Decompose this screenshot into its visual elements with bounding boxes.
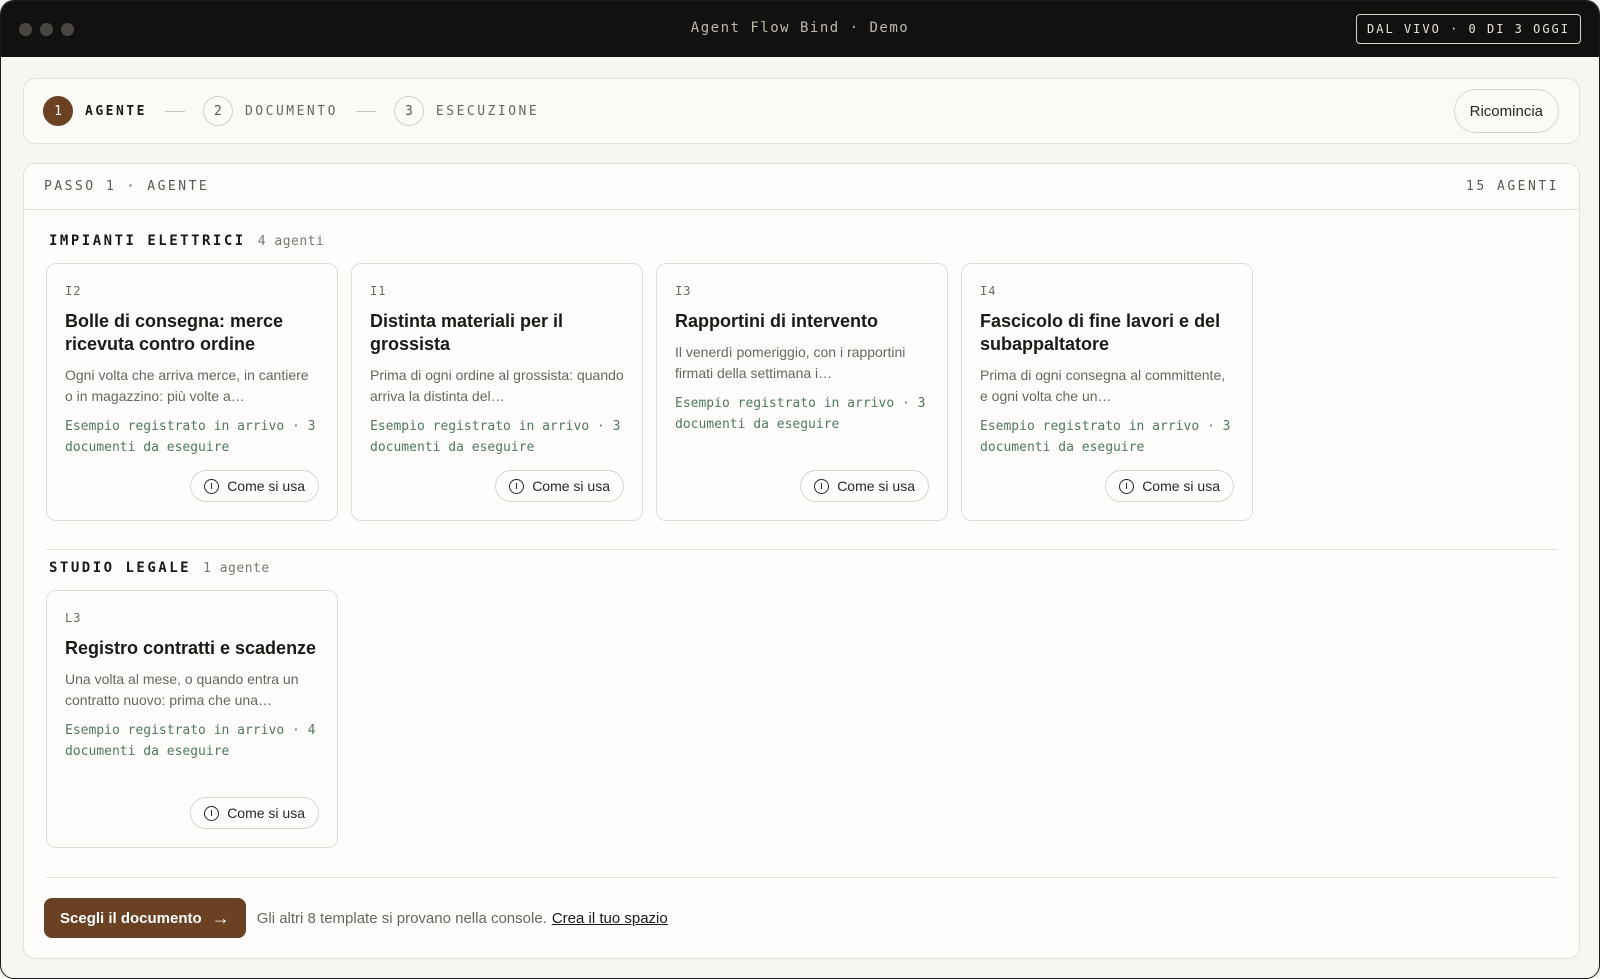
- agent-description: Prima di ogni consegna al committente, e…: [980, 367, 1226, 404]
- minimize-window-button[interactable]: [40, 22, 53, 36]
- agent-code: L3: [65, 611, 82, 625]
- step-number: 3: [393, 96, 424, 126]
- group-count: 1 agente: [203, 561, 270, 576]
- maximize-window-button[interactable]: [61, 22, 74, 36]
- info-icon: [204, 478, 220, 494]
- group-name: IMPIANTI ELETTRICI: [49, 233, 246, 249]
- create-space-link[interactable]: Crea il tuo spazio: [552, 910, 668, 927]
- info-icon: [1119, 478, 1135, 494]
- agent-meta: Esempio registrato in arrivo · 4 documen…: [65, 723, 316, 759]
- choose-document-label: Scegli il documento: [60, 909, 202, 927]
- agent-title: Registro contratti e scadenze: [65, 638, 317, 658]
- title-bar: Agent Flow Bind · Demo DAL VIVO · 0 DI 3…: [1, 1, 1599, 57]
- step-agente[interactable]: 1 AGENTE: [43, 96, 147, 126]
- how-to-use-label: Come si usa: [1142, 478, 1220, 494]
- choose-document-button[interactable]: Scegli il documento →: [44, 898, 246, 938]
- how-to-use-button[interactable]: Come si usa: [190, 797, 319, 829]
- agent-card-i4[interactable]: I4 Fascicolo di fine lavori e del subapp…: [961, 263, 1253, 521]
- footer-note: Gli altri 8 template si provano nella co…: [256, 909, 547, 927]
- group-count: 4 agenti: [257, 234, 325, 249]
- step-label: DOCUMENTO: [244, 103, 338, 119]
- agent-title: Fascicolo di fine lavori e del subappalt…: [980, 311, 1221, 354]
- agent-description: Ogni volta che arriva merce, in cantiere…: [65, 367, 309, 404]
- step-number: 1: [43, 96, 73, 126]
- group-title-studio-legale: STUDIO LEGALE 1 agente: [49, 560, 270, 576]
- how-to-use-button[interactable]: Come si usa: [800, 470, 929, 502]
- group-title-impianti-elettrici: IMPIANTI ELETTRICI 4 agenti: [49, 233, 324, 249]
- info-icon: [814, 478, 830, 494]
- agent-title: Distinta materiali per il grossista: [370, 311, 564, 354]
- step-separator: [164, 110, 185, 112]
- how-to-use-label: Come si usa: [227, 478, 305, 494]
- agent-description: Il venerdì pomeriggio, con i rapportini …: [675, 344, 906, 381]
- arrow-right-icon: →: [211, 907, 230, 928]
- close-window-button[interactable]: [19, 22, 32, 36]
- window-controls: [1, 22, 74, 36]
- live-status-badge: DAL VIVO · 0 DI 3 OGGI: [1356, 14, 1581, 44]
- step-label: AGENTE: [85, 103, 147, 119]
- step-esecuzione[interactable]: 3 ESECUZIONE: [393, 96, 540, 126]
- panel-footer: Scegli il documento → Gli altri 8 templa…: [44, 898, 668, 938]
- how-to-use-button[interactable]: Come si usa: [1105, 470, 1234, 502]
- agent-card-l3[interactable]: L3 Registro contratti e scadenze Una vol…: [46, 590, 338, 848]
- how-to-use-label: Come si usa: [532, 478, 610, 494]
- agent-meta: Esempio registrato in arrivo · 3 documen…: [980, 419, 1231, 455]
- app-window: Agent Flow Bind · Demo DAL VIVO · 0 DI 3…: [0, 0, 1600, 979]
- info-icon: [204, 805, 220, 821]
- agent-selection-panel: PASSO 1 · AGENTE 15 AGENTI IMPIANTI ELET…: [23, 163, 1580, 959]
- agent-count-label: 15 AGENTI: [1466, 179, 1559, 194]
- agent-code: I3: [675, 284, 692, 298]
- agent-meta: Esempio registrato in arrivo · 3 documen…: [65, 419, 316, 455]
- step-label: ESECUZIONE: [435, 103, 540, 119]
- group-name: STUDIO LEGALE: [49, 560, 192, 576]
- step-separator: [355, 110, 376, 112]
- agent-code: I1: [370, 284, 387, 298]
- agent-card-i2[interactable]: I2 Bolle di consegna: merce ricevuta con…: [46, 263, 338, 521]
- panel-header: PASSO 1 · AGENTE 15 AGENTI: [24, 164, 1579, 210]
- how-to-use-label: Come si usa: [837, 478, 915, 494]
- step-documento[interactable]: 2 DOCUMENTO: [202, 96, 338, 126]
- restart-button[interactable]: Ricomincia: [1453, 89, 1559, 133]
- agent-card-i3[interactable]: I3 Rapportini di intervento Il venerdì p…: [656, 263, 948, 521]
- info-icon: [509, 478, 525, 494]
- agent-title: Bolle di consegna: merce ricevuta contro…: [65, 311, 284, 354]
- step-number: 2: [202, 96, 233, 126]
- agent-meta: Esempio registrato in arrivo · 3 documen…: [370, 419, 621, 455]
- how-to-use-label: Come si usa: [227, 805, 305, 821]
- agent-code: I2: [65, 284, 82, 298]
- group-divider: [46, 549, 1558, 550]
- agent-description: Prima di ogni ordine al grossista: quand…: [370, 367, 624, 404]
- agent-title: Rapportini di intervento: [675, 311, 879, 331]
- footer-divider: [46, 877, 1558, 878]
- stepper: 1 AGENTE 2 DOCUMENTO 3 ESECUZIONE Ricomi…: [23, 78, 1580, 144]
- how-to-use-button[interactable]: Come si usa: [190, 470, 319, 502]
- agent-meta: Esempio registrato in arrivo · 3 documen…: [675, 396, 926, 432]
- agent-card-i1[interactable]: I1 Distinta materiali per il grossista P…: [351, 263, 643, 521]
- agent-description: Una volta al mese, o quando entra un con…: [65, 671, 299, 708]
- panel-step-label: PASSO 1 · AGENTE: [44, 179, 210, 194]
- how-to-use-button[interactable]: Come si usa: [495, 470, 624, 502]
- agent-code: I4: [980, 284, 997, 298]
